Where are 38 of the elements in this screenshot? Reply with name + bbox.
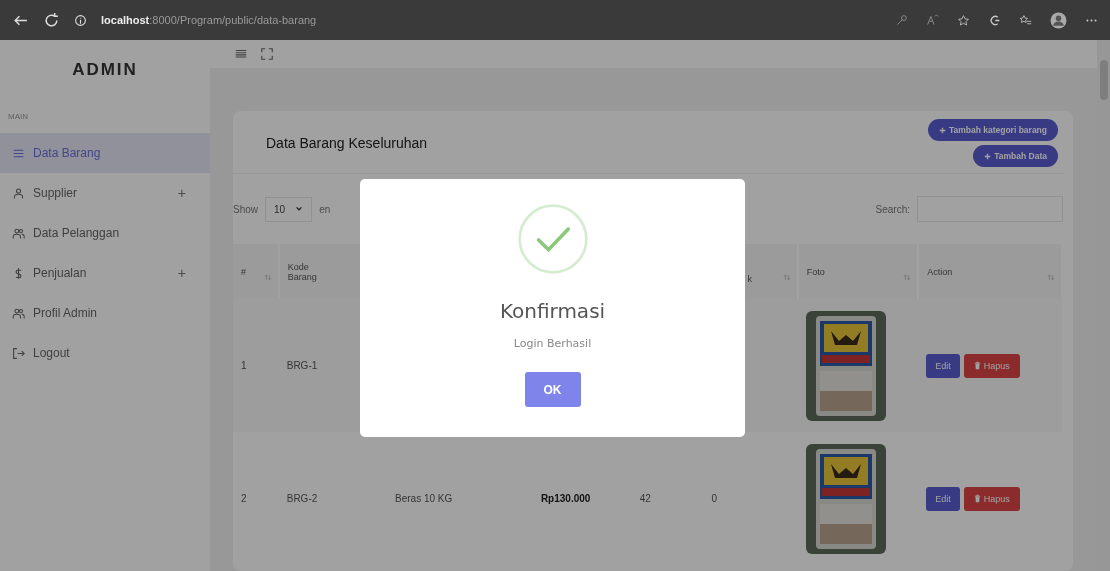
- column-header[interactable]: k: [747, 273, 752, 284]
- column-header[interactable]: Action: [927, 266, 953, 277]
- dialog-message: Login Berhasil: [513, 337, 592, 350]
- table-cell: 2: [241, 493, 247, 504]
- table-cell: 1: [241, 360, 247, 371]
- column-header[interactable]: Kode Barang: [287, 261, 317, 282]
- table-cell: BRG-1: [286, 360, 318, 371]
- expand-mark[interactable]: +: [177, 265, 186, 281]
- table-cell: 42: [639, 493, 651, 504]
- ok-button[interactable]: OK: [524, 372, 581, 407]
- sidebar-item[interactable]: Profil Admin: [0, 293, 210, 333]
- column-header[interactable]: Foto: [806, 266, 825, 277]
- sidebar-item[interactable]: Logout: [0, 333, 210, 373]
- edit-button[interactable]: Edit: [926, 353, 960, 378]
- sidebar-item[interactable]: Penjualan +: [0, 253, 210, 293]
- length-suffix: en: [319, 203, 331, 215]
- table-cell: BRG-2: [286, 493, 318, 504]
- delete-button[interactable]: Hapus: [963, 353, 1020, 378]
- sidebar-item[interactable]: Supplier +: [0, 173, 210, 213]
- address-bar[interactable]: localhost:8000/Program/public/data-barang: [101, 14, 317, 26]
- sidebar-item[interactable]: Data Barang: [0, 133, 210, 173]
- table-cell: Rp130.000: [540, 493, 591, 504]
- delete-button[interactable]: Hapus: [963, 486, 1020, 511]
- dialog-title: Konfirmasi: [499, 299, 606, 323]
- card-title: Data Barang Keseluruhan: [266, 135, 428, 153]
- length-select[interactable]: 10: [265, 196, 313, 222]
- search-label: Search:: [875, 203, 910, 215]
- table-cell: Beras 10 KG: [395, 493, 453, 504]
- section-label: MAIN: [7, 111, 29, 123]
- add-button[interactable]: Tambah kategori barang: [927, 119, 1058, 141]
- table-cell: 0: [711, 493, 717, 504]
- length-label: Show: [233, 203, 258, 215]
- sidebar-item[interactable]: Data Pelanggan: [0, 213, 210, 253]
- column-header[interactable]: #: [241, 266, 246, 277]
- edit-button[interactable]: Edit: [926, 486, 960, 511]
- brand-title: ADMIN: [71, 59, 139, 81]
- add-button[interactable]: Tambah Data: [973, 145, 1058, 167]
- expand-mark[interactable]: +: [177, 185, 186, 201]
